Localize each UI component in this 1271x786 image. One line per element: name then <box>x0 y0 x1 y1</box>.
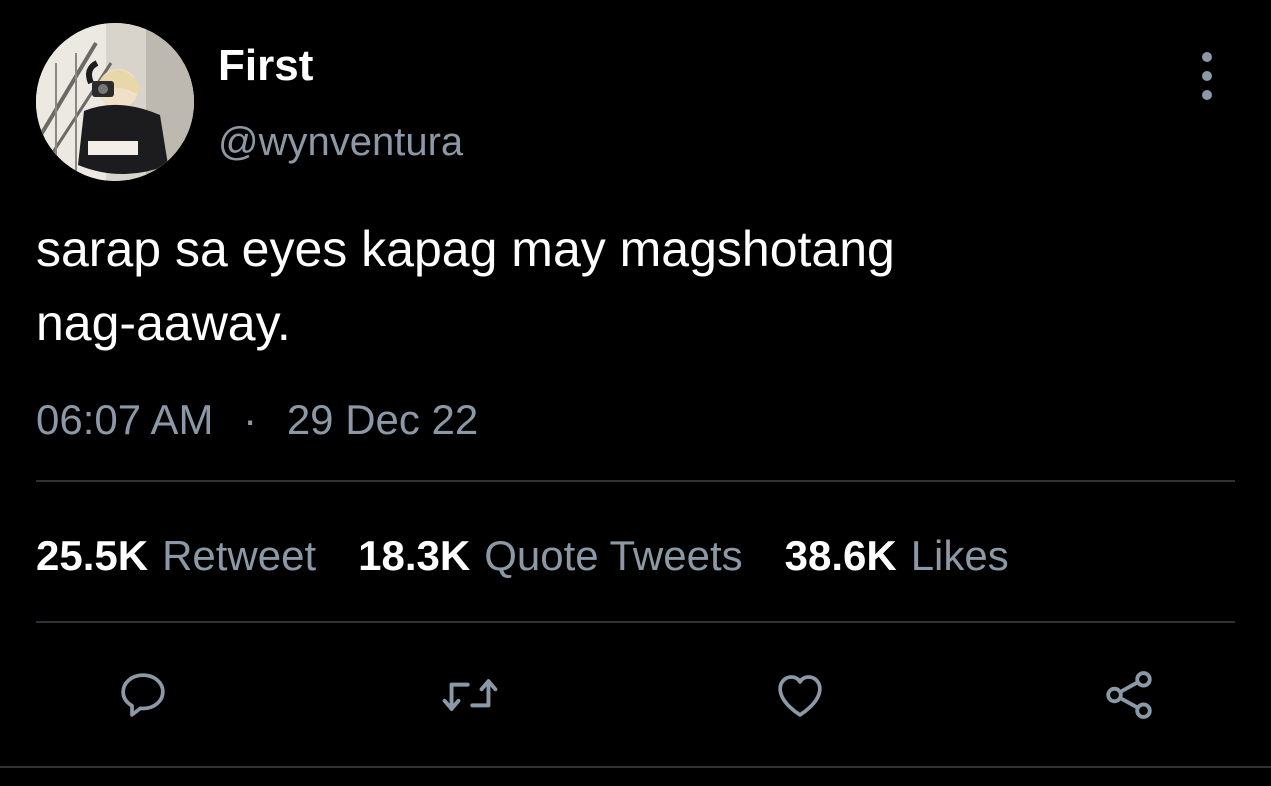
divider <box>0 766 1271 768</box>
divider <box>36 621 1235 623</box>
share-button[interactable] <box>1089 655 1169 735</box>
likes-stat[interactable]: 38.6K Likes <box>785 532 1009 580</box>
action-bar <box>0 655 1271 735</box>
quotes-stat[interactable]: 18.3K Quote Tweets <box>358 532 742 580</box>
more-vertical-icon[interactable] <box>1192 52 1222 100</box>
avatar[interactable] <box>36 23 194 181</box>
share-icon <box>1106 671 1152 719</box>
more-dot <box>1202 90 1212 100</box>
likes-count: 38.6K <box>784 532 897 579</box>
retweet-button[interactable] <box>430 655 510 735</box>
tweet-timestamp[interactable]: 06:07 AM · 29 Dec 22 <box>36 390 478 450</box>
retweet-icon <box>442 679 498 711</box>
divider <box>36 480 1235 482</box>
retweets-label: Retweet <box>162 532 317 579</box>
like-button[interactable] <box>760 655 840 735</box>
quotes-label: Quote Tweets <box>484 532 743 579</box>
author-display-name[interactable]: First <box>218 38 313 94</box>
avatar-photo <box>36 23 194 181</box>
tweet-text: sarap sa eyes kapag may magshotang nag-a… <box>36 221 895 351</box>
reply-icon <box>121 673 165 717</box>
meta-separator: · <box>243 396 258 443</box>
more-dot <box>1202 52 1212 62</box>
more-dot <box>1202 71 1212 81</box>
retweets-count: 25.5K <box>36 532 149 579</box>
tweet-detail: First @wynventura sarap sa eyes kapag ma… <box>0 0 1271 786</box>
heart-icon <box>778 675 822 717</box>
engagement-stats: 25.5K Retweet 18.3K Quote Tweets 38.6K L… <box>36 525 1009 587</box>
reply-button[interactable] <box>103 655 183 735</box>
tweet-date: 29 Dec 22 <box>286 396 479 443</box>
author-handle[interactable]: @wynventura <box>218 116 463 168</box>
likes-label: Likes <box>910 532 1009 579</box>
retweets-stat[interactable]: 25.5K Retweet <box>36 532 316 580</box>
tweet-time: 06:07 AM <box>36 396 214 443</box>
quotes-count: 18.3K <box>358 532 471 579</box>
